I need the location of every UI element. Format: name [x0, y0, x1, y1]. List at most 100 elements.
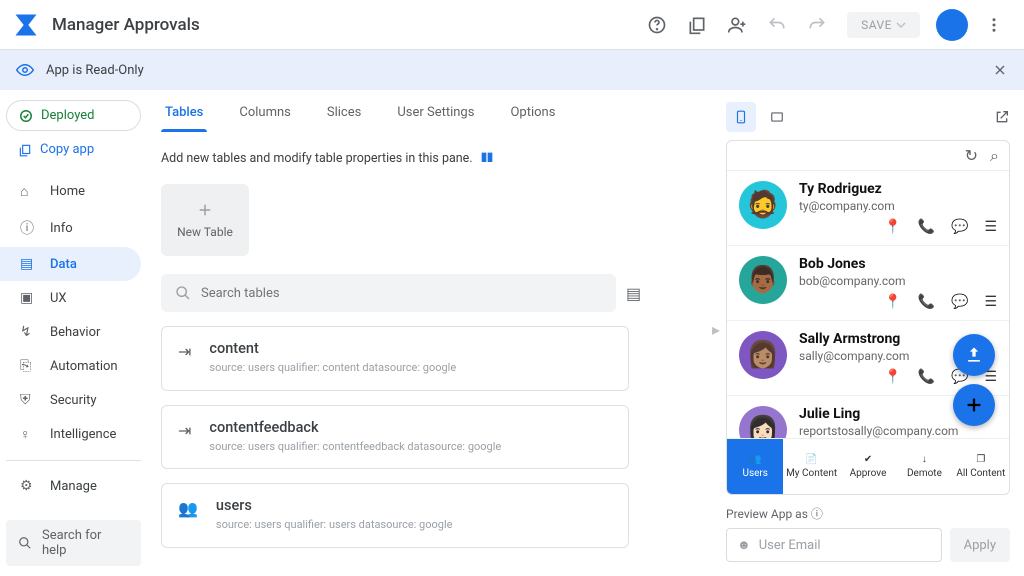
document-icon: 📄 [805, 454, 817, 465]
tab-user-settings[interactable]: User Settings [393, 93, 478, 132]
fab-add-button[interactable] [953, 384, 995, 426]
table-icon: ⇥ [178, 342, 191, 361]
eye-icon [16, 61, 34, 79]
user-email: ty@company.com [799, 199, 997, 213]
fab-upload-button[interactable] [953, 334, 995, 376]
nav-label: Manage [50, 479, 97, 494]
plus-icon [196, 201, 214, 219]
approve-icon: ✔ [864, 454, 872, 465]
refresh-icon[interactable]: ↻ [965, 146, 978, 165]
nav-label: Data [50, 257, 77, 272]
tab-slices[interactable]: Slices [323, 93, 365, 132]
nav-mycontent[interactable]: 📄 My Content [783, 439, 839, 494]
deployed-pill[interactable]: Deployed [6, 100, 141, 131]
user-avatar[interactable] [936, 9, 968, 41]
pane-desc-text: Add new tables and modify table properti… [161, 151, 473, 166]
nav-demote[interactable]: ↓Demote [896, 439, 952, 494]
user-avatar-icon: 👨🏾 [739, 256, 787, 304]
nav-allcontent[interactable]: ❐All Content [953, 439, 1009, 494]
sidebar-item-home[interactable]: ⌂Home [0, 174, 141, 209]
nav-label: Home [50, 184, 85, 199]
user-row[interactable]: 🧔 Ty Rodriguez ty@company.com 📍📞💬☰ [727, 171, 1009, 246]
user-name: Ty Rodriguez [799, 181, 997, 197]
add-user-icon[interactable] [719, 7, 755, 43]
nav-label: My Content [786, 468, 837, 479]
topbar-actions: SAVE [639, 7, 1012, 43]
nav-approve[interactable]: ✔ Approve [840, 439, 896, 494]
tabs: Tables Columns Slices User Settings Opti… [157, 90, 712, 134]
location-icon[interactable]: 📍 [884, 219, 901, 235]
nav-label: Info [50, 221, 73, 236]
tab-columns[interactable]: Columns [235, 93, 295, 132]
sidebar-item-manage[interactable]: ⚙Manage [0, 469, 141, 503]
tab-tables[interactable]: Tables [161, 93, 207, 132]
table-meta: source: users qualifier: users datasourc… [216, 517, 453, 534]
app-title: Manager Approvals [52, 15, 639, 35]
docs-link-icon[interactable] [479, 150, 495, 166]
phone-icon[interactable]: 📞 [918, 219, 935, 235]
preview-toolbar [726, 100, 1010, 140]
copy-stack-icon[interactable] [679, 7, 715, 43]
expand-handle-icon[interactable]: ▸ [712, 320, 720, 339]
appsheet-logo-icon [12, 11, 40, 39]
chat-icon[interactable]: 💬 [951, 294, 968, 310]
user-email: reportstosally@company.com [799, 424, 997, 438]
tab-options[interactable]: Options [506, 93, 559, 132]
preview-footer: Preview App as ⓘ ☻ User Email Apply [726, 495, 1010, 562]
open-external-icon[interactable] [994, 109, 1010, 125]
undo-icon[interactable] [759, 7, 795, 43]
behavior-icon: ↯ [20, 324, 36, 340]
nav-label: Behavior [50, 325, 100, 340]
redo-icon[interactable] [799, 7, 835, 43]
search-tables-input[interactable] [161, 274, 616, 312]
user-actions: 📍 📞 💬 ☰ [799, 294, 997, 310]
sidebar-item-automation[interactable]: ⎘Automation [0, 349, 141, 383]
view-toggle-icon[interactable]: ▤ [626, 284, 641, 303]
new-table-button[interactable]: New Table [161, 184, 249, 256]
location-icon[interactable]: 📍 [884, 369, 901, 385]
new-table-label: New Table [177, 225, 233, 239]
list-icon[interactable]: ☰ [984, 294, 997, 310]
more-menu-icon[interactable] [976, 7, 1012, 43]
table-card-content[interactable]: ⇥ content source: users qualifier: conte… [161, 326, 629, 391]
search-icon[interactable]: ⌕ [990, 146, 999, 166]
preview-email-input[interactable]: ☻ User Email [726, 528, 942, 562]
sidebar-item-behavior[interactable]: ↯ Behavior [0, 315, 141, 349]
close-banner-icon[interactable] [992, 62, 1008, 78]
phone-preview: ↻ ⌕ 🧔 Ty Rodriguez ty@company.com 📍📞💬☰ 👨… [726, 140, 1010, 495]
phone-icon[interactable]: 📞 [918, 369, 935, 385]
tablet-view-button[interactable] [762, 102, 792, 132]
sidebar-item-ux[interactable]: ▣UX [0, 281, 141, 315]
copy-app-label: Copy app [40, 142, 94, 157]
search-tables-field[interactable] [201, 286, 602, 301]
apply-button[interactable]: Apply [950, 528, 1010, 562]
help-icon[interactable] [639, 7, 675, 43]
nav-label: UX [50, 291, 67, 306]
nav-label: Demote [907, 468, 942, 479]
nav-label: Security [50, 393, 97, 408]
search-help-input[interactable]: Search for help [6, 520, 141, 566]
nav-label: Automation [50, 359, 118, 374]
save-button[interactable]: SAVE [847, 12, 920, 38]
search-icon [175, 285, 191, 301]
user-row[interactable]: 👨🏾 Bob Jones bob@company.com 📍📞💬☰ [727, 246, 1009, 321]
sidebar-item-info[interactable]: ⓘInfo [0, 209, 141, 247]
check-circle-icon [19, 109, 33, 123]
sidebar-item-security[interactable]: ⛨Security [0, 383, 141, 417]
info-icon[interactable]: ⓘ [811, 507, 823, 521]
table-card-users[interactable]: 👥 users source: users qualifier: users d… [161, 483, 629, 548]
mobile-view-button[interactable] [726, 102, 756, 132]
phone-icon[interactable]: 📞 [918, 294, 935, 310]
copy-app-button[interactable]: Copy app [6, 135, 141, 164]
user-email: bob@company.com [799, 274, 997, 288]
nav-label: All Content [956, 468, 1005, 479]
sidebar-item-intelligence[interactable]: ♀Intelligence [0, 417, 141, 452]
location-icon[interactable]: 📍 [884, 294, 901, 310]
nav-users[interactable]: 👥Users [727, 439, 783, 494]
table-card-contentfeedback[interactable]: ⇥ contentfeedback source: users qualifie… [161, 405, 629, 470]
list-icon[interactable]: ☰ [984, 219, 997, 235]
sidebar-item-data[interactable]: ▤Data [0, 247, 141, 281]
chat-icon[interactable]: 💬 [951, 219, 968, 235]
divider [6, 460, 141, 461]
nav-label: Approve [850, 468, 887, 479]
